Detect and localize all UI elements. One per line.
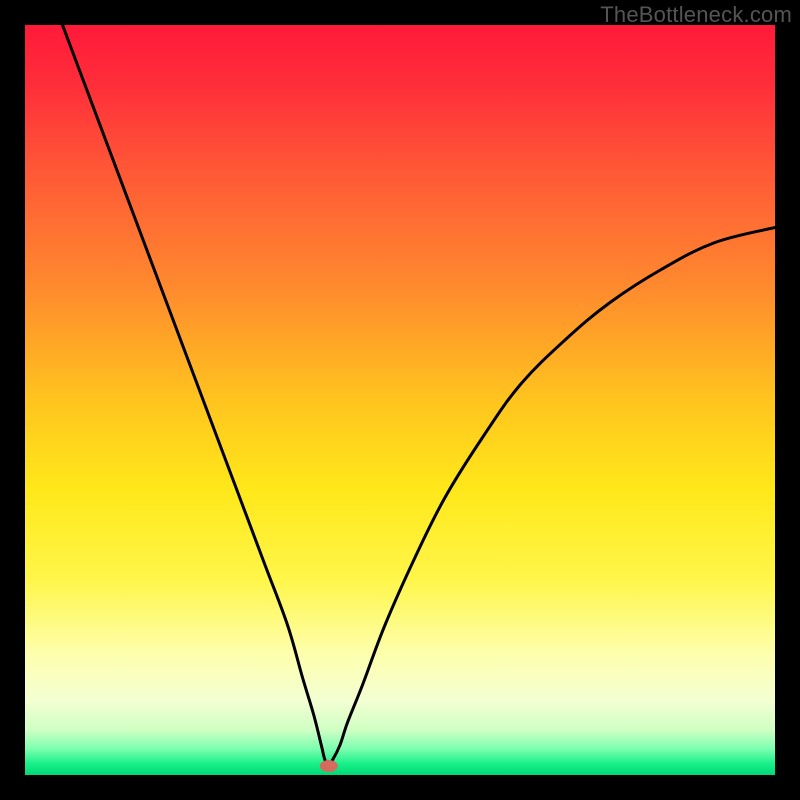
optimal-marker: [320, 760, 338, 772]
chart-frame: TheBottleneck.com: [0, 0, 800, 800]
watermark-text: TheBottleneck.com: [600, 2, 792, 28]
gradient-background: [25, 25, 775, 775]
plot-area: [25, 25, 775, 775]
chart-svg: [25, 25, 775, 775]
